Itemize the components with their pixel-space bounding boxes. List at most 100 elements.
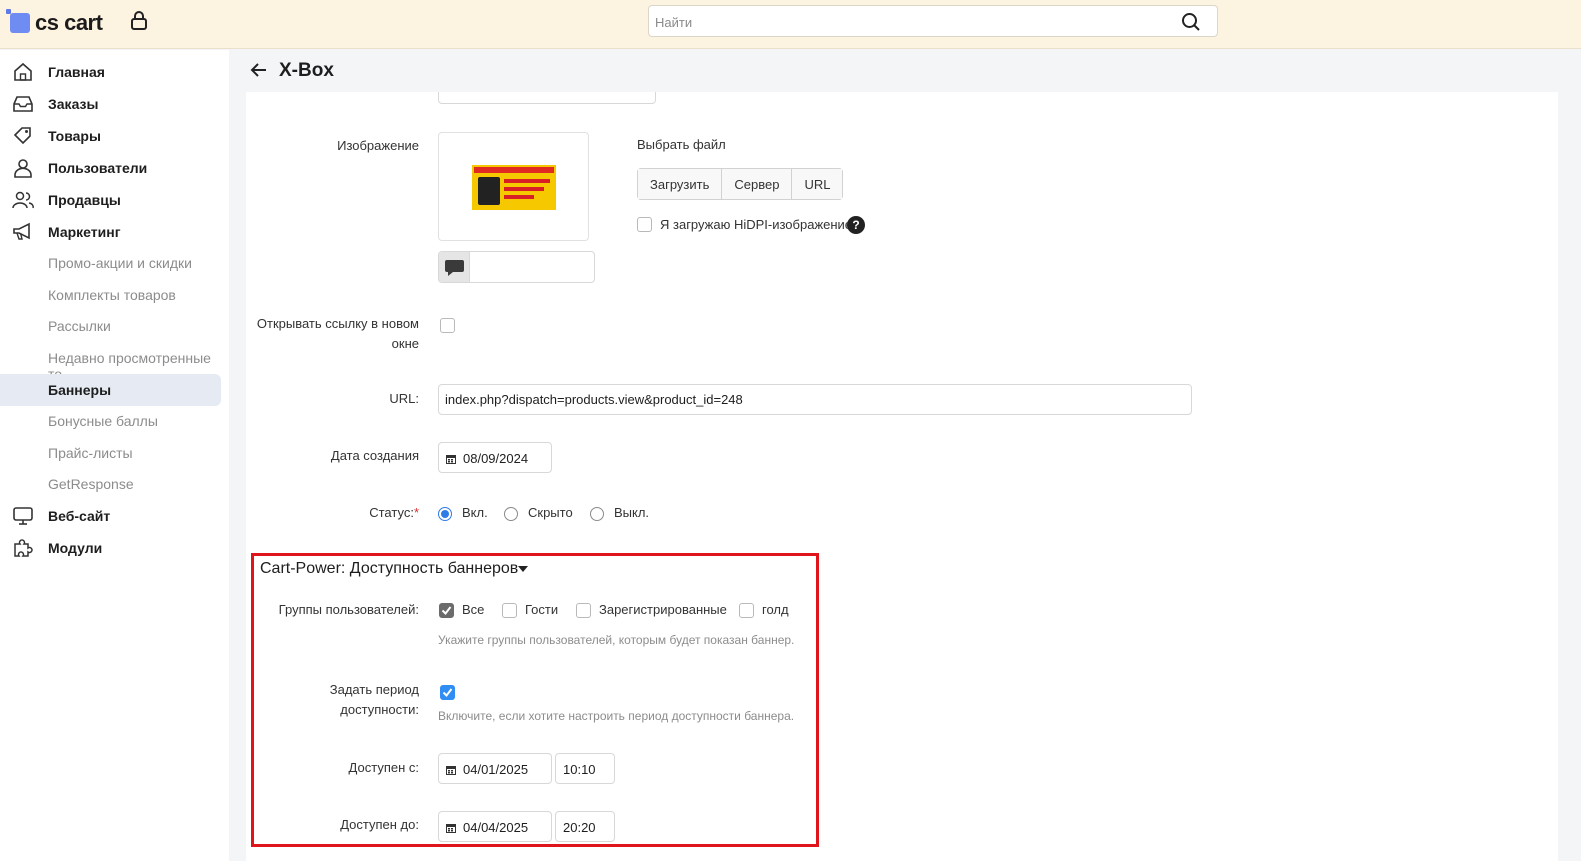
search-input[interactable] bbox=[655, 12, 1155, 32]
upload-button[interactable]: Загрузить bbox=[638, 169, 723, 199]
group-guests-checkbox[interactable] bbox=[502, 603, 517, 618]
open-new-window-label: Открывать ссылку в новом окне bbox=[256, 316, 419, 351]
url-input[interactable] bbox=[438, 384, 1192, 415]
alt-text-field bbox=[438, 251, 595, 283]
available-from-date: 04/01/2025 bbox=[463, 762, 529, 777]
set-period-checkbox[interactable] bbox=[440, 685, 455, 700]
sidebar-item-orders[interactable]: Заказы bbox=[0, 88, 221, 120]
sidebar-item-label: Рассылки bbox=[48, 318, 111, 334]
image-label: Изображение bbox=[337, 138, 419, 153]
status-option-off: Выкл. bbox=[614, 505, 650, 520]
alt-text-input[interactable] bbox=[473, 257, 589, 277]
group-registered-checkbox[interactable] bbox=[576, 603, 591, 618]
banner-thumbnail bbox=[472, 165, 556, 210]
status-radio-off[interactable] bbox=[590, 507, 604, 521]
status-radio-hidden[interactable] bbox=[504, 507, 518, 521]
required-mark: * bbox=[413, 505, 419, 520]
puzzle-icon bbox=[12, 538, 34, 558]
created-date-picker[interactable]: 08/09/2024 bbox=[438, 442, 552, 473]
hidpi-label: Я загружаю HiDPI-изображение. bbox=[660, 217, 856, 232]
sidebar-item-label: Маркетинг bbox=[48, 224, 121, 240]
home-icon bbox=[12, 62, 34, 82]
sidebar-item-bundles[interactable]: Комплекты товаров bbox=[0, 279, 221, 311]
lock-icon[interactable] bbox=[130, 11, 148, 36]
available-from-date-picker[interactable]: 04/01/2025 bbox=[438, 753, 552, 784]
available-to-date-picker[interactable]: 04/04/2025 bbox=[438, 811, 552, 842]
status-radio-on[interactable] bbox=[438, 507, 452, 521]
sidebar-item-promotions[interactable]: Промо-акции и скидки bbox=[0, 247, 221, 279]
available-to-date: 04/04/2025 bbox=[463, 820, 529, 835]
sidebar-item-addons[interactable]: Модули bbox=[0, 532, 221, 564]
comment-icon bbox=[439, 252, 470, 282]
monitor-icon bbox=[12, 506, 34, 526]
image-preview[interactable] bbox=[438, 132, 589, 241]
banner-form: Изображение Выбрать файл Загрузить Серве… bbox=[246, 92, 1558, 861]
available-to-label: Доступен до: bbox=[340, 817, 419, 832]
group-registered-label: Зарегистрированные bbox=[599, 602, 727, 617]
status-option-on: Вкл. bbox=[462, 505, 488, 520]
inbox-icon bbox=[12, 94, 34, 114]
sidebar-item-label: Баннеры bbox=[48, 382, 112, 398]
sidebar-item-label: Пользователи bbox=[48, 160, 148, 176]
status-option-hidden: Скрыто bbox=[528, 505, 573, 520]
group-all-checkbox[interactable] bbox=[439, 603, 454, 618]
sidebar-item-recently-viewed[interactable]: Недавно просмотренные то... bbox=[0, 342, 221, 382]
sidebar-item-label: Прайс-листы bbox=[48, 445, 133, 461]
sidebar-item-price-lists[interactable]: Прайс-листы bbox=[0, 437, 221, 469]
created-date-label: Дата создания bbox=[330, 448, 419, 463]
help-icon[interactable]: ? bbox=[847, 216, 865, 234]
page-header bbox=[229, 50, 1581, 92]
sidebar-item-home[interactable]: Главная bbox=[0, 56, 221, 88]
available-to-time[interactable]: 20:20 bbox=[555, 811, 615, 842]
search-box bbox=[648, 5, 1218, 37]
page-title: X-Box bbox=[279, 60, 334, 81]
available-from-time-value: 10:10 bbox=[563, 762, 596, 777]
user-groups-label: Группы пользователей: bbox=[278, 602, 419, 617]
top-bar: cs cart bbox=[0, 0, 1581, 49]
server-button[interactable]: Сервер bbox=[722, 169, 793, 199]
tag-icon bbox=[12, 126, 34, 146]
logo-mark-icon bbox=[6, 9, 30, 33]
status-label-text: Статус: bbox=[369, 505, 414, 520]
sidebar-item-products[interactable]: Товары bbox=[0, 120, 221, 152]
logo-text: cs cart bbox=[35, 10, 103, 35]
available-from-label: Доступен с: bbox=[348, 760, 419, 775]
sidebar-item-label: Заказы bbox=[48, 96, 99, 112]
back-arrow-icon[interactable] bbox=[250, 61, 268, 84]
group-gold-label: голд bbox=[762, 602, 789, 617]
sidebar-item-newsletters[interactable]: Рассылки bbox=[0, 310, 221, 342]
sidebar-item-label: Комплекты товаров bbox=[48, 287, 176, 303]
upload-source-buttons: Загрузить Сервер URL bbox=[637, 168, 844, 200]
sidebar-item-vendors[interactable]: Продавцы bbox=[0, 184, 221, 216]
group-all-label: Все bbox=[462, 602, 485, 617]
megaphone-icon bbox=[12, 222, 34, 242]
group-gold-checkbox[interactable] bbox=[739, 603, 754, 618]
user-groups-hint: Укажите группы пользователей, которым бу… bbox=[438, 633, 795, 647]
available-to-time-value: 20:20 bbox=[563, 820, 596, 835]
search-icon[interactable] bbox=[1181, 12, 1201, 37]
sidebar-item-label: Главная bbox=[48, 64, 105, 80]
calendar-icon bbox=[445, 763, 457, 781]
sidebar-item-label: Модули bbox=[48, 540, 103, 556]
sidebar-item-label: Продавцы bbox=[48, 192, 121, 208]
set-period-hint: Включите, если хотите настроить период д… bbox=[438, 709, 795, 723]
sidebar: Главная Заказы Товары Пользователи Прода… bbox=[0, 50, 229, 861]
hidpi-checkbox[interactable] bbox=[637, 217, 652, 232]
availability-section-title[interactable]: Cart-Power: Доступность баннеров bbox=[260, 560, 518, 578]
sidebar-item-getresponse[interactable]: GetResponse bbox=[0, 468, 221, 500]
sidebar-item-users[interactable]: Пользователи bbox=[0, 152, 221, 184]
logo[interactable]: cs cart bbox=[6, 9, 103, 36]
sidebar-item-website[interactable]: Веб-сайт bbox=[0, 500, 221, 532]
sidebar-item-label: GetResponse bbox=[48, 476, 134, 492]
available-from-time[interactable]: 10:10 bbox=[555, 753, 615, 784]
sidebar-item-label: Бонусные баллы bbox=[48, 413, 158, 429]
sidebar-item-marketing[interactable]: Маркетинг bbox=[0, 216, 221, 248]
pick-file-label: Выбрать файл bbox=[637, 137, 726, 152]
set-period-label: Задать период доступности: bbox=[329, 682, 419, 717]
open-new-window-checkbox[interactable] bbox=[440, 318, 455, 333]
sidebar-item-banners[interactable]: Баннеры bbox=[0, 374, 221, 406]
sidebar-item-reward-points[interactable]: Бонусные баллы bbox=[0, 405, 221, 437]
url-button[interactable]: URL bbox=[792, 169, 843, 199]
type-select[interactable] bbox=[438, 92, 656, 104]
caret-down-icon[interactable] bbox=[518, 566, 528, 572]
